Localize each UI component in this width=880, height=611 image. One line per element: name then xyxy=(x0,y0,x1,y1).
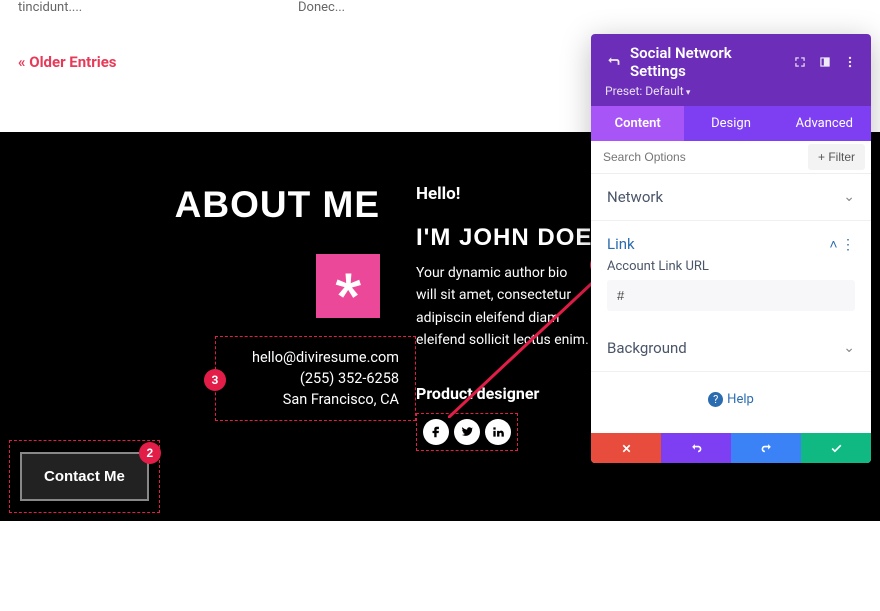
contact-location: San Francisco, CA xyxy=(252,391,399,408)
section-background[interactable]: Background ⌄ xyxy=(591,325,871,372)
about-title: ABOUT ME xyxy=(20,184,416,226)
asterisk-icon: * xyxy=(335,266,361,322)
truncated-text-2: Donec... xyxy=(298,0,345,15)
undo-button[interactable] xyxy=(661,433,731,463)
author-bio: Your dynamic author bio will sit amet, c… xyxy=(416,262,591,352)
contact-me-button[interactable]: Contact Me 2 xyxy=(20,452,149,501)
contact-phone: (255) 352-6258 xyxy=(252,370,399,387)
link-url-input[interactable] xyxy=(607,280,855,311)
linkedin-icon[interactable] xyxy=(485,419,511,445)
delete-button[interactable] xyxy=(591,433,661,463)
preset-dropdown[interactable]: Preset: Default xyxy=(605,84,857,98)
filter-button[interactable]: Filter xyxy=(808,144,865,170)
contact-info-box: 3 hello@diviresume.com (255) 352-6258 Sa… xyxy=(215,336,416,421)
search-input[interactable] xyxy=(591,141,808,173)
hello-heading: Hello! xyxy=(416,184,596,204)
confirm-button[interactable] xyxy=(801,433,871,463)
tab-design[interactable]: Design xyxy=(684,106,777,141)
author-name: I'M JOHN DOE xyxy=(416,224,596,252)
callout-badge-3: 3 xyxy=(204,369,226,391)
chevron-down-icon: ⌄ xyxy=(843,340,855,356)
tab-content[interactable]: Content xyxy=(591,106,684,141)
twitter-icon[interactable] xyxy=(454,419,480,445)
tab-advanced[interactable]: Advanced xyxy=(778,106,871,141)
section-network[interactable]: Network ⌄ xyxy=(591,174,871,221)
help-link[interactable]: ?Help xyxy=(591,372,871,433)
older-entries-link[interactable]: « Older Entries xyxy=(18,53,117,71)
contact-email: hello@diviresume.com xyxy=(252,349,399,366)
logo-square: * xyxy=(316,254,380,318)
back-arrow-icon[interactable] xyxy=(605,55,620,70)
kebab-menu-icon[interactable]: ⋮ xyxy=(841,237,855,253)
dock-icon[interactable] xyxy=(817,55,832,70)
chevron-down-icon: ⌄ xyxy=(843,189,855,205)
link-url-label: Account Link URL xyxy=(607,259,855,274)
kebab-menu-icon[interactable] xyxy=(842,55,857,70)
facebook-icon[interactable] xyxy=(423,419,449,445)
chevron-up-icon: ˄ xyxy=(829,237,837,253)
section-link[interactable]: Link ˄ ⋮ xyxy=(591,221,871,259)
author-role: Product designer xyxy=(416,384,596,403)
redo-button[interactable] xyxy=(731,433,801,463)
settings-panel: Social Network Settings Preset: Default … xyxy=(591,34,871,463)
expand-icon[interactable] xyxy=(792,55,807,70)
truncated-text-1: tincidunt.... xyxy=(18,0,298,15)
social-icons-row xyxy=(416,413,518,451)
callout-badge-2: 2 xyxy=(139,442,161,464)
contact-button-wrap: Contact Me 2 xyxy=(9,440,160,513)
panel-title: Social Network Settings xyxy=(630,44,782,80)
